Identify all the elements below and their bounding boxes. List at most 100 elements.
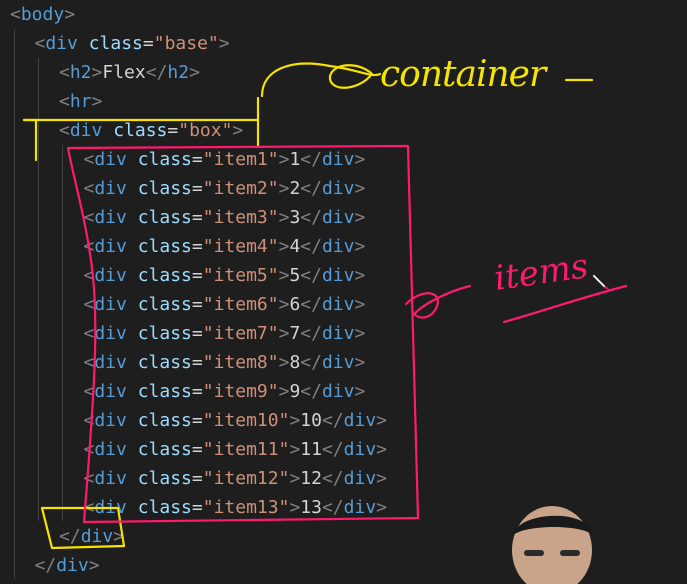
code-line[interactable]: <div class="item13">13</div> (84, 493, 388, 522)
code-line[interactable]: </div> (35, 551, 100, 580)
code-editor[interactable]: <body> <div class="base"> <h2>Flex</h2> <hr… (0, 0, 687, 584)
code-line[interactable]: <div class="item6">6</div> (84, 290, 366, 319)
tag-name: div (94, 352, 127, 373)
code-line[interactable]: <div class="item11">11</div> (84, 435, 388, 464)
tag-name: div (69, 120, 103, 141)
text-content: 5 (289, 265, 301, 286)
attribute-value: "item8" (202, 352, 279, 373)
tag-name: div (94, 323, 127, 344)
tag-bracket: > (278, 323, 290, 344)
attribute-value: "item5" (202, 265, 279, 286)
code-line[interactable]: <div class="item2">2</div> (84, 174, 366, 203)
equals: = (191, 149, 203, 170)
tag-name: div (343, 468, 377, 489)
tag-bracket: > (376, 439, 388, 460)
tag-name: div (321, 236, 355, 257)
equals: = (191, 207, 203, 228)
code-line[interactable]: <div class="item12">12</div> (84, 464, 388, 493)
equals: = (191, 439, 203, 460)
tag-name: hr (69, 91, 92, 112)
tag-bracket: </ (321, 410, 344, 431)
tag-bracket: </ (321, 497, 344, 518)
tag-bracket: > (354, 294, 366, 315)
text-content: 12 (300, 468, 322, 489)
code-line[interactable]: <div class="box"> (59, 116, 243, 145)
tag-name: div (343, 410, 377, 431)
tag-bracket: </ (321, 468, 344, 489)
attribute-name: class (137, 265, 192, 286)
attribute-value: "item6" (202, 294, 279, 315)
text-content: 1 (289, 149, 301, 170)
tag-bracket: < (83, 410, 95, 431)
tag-name: div (94, 439, 127, 460)
tag-name: div (94, 178, 127, 199)
code-line[interactable]: <hr> (59, 87, 102, 116)
attribute-name: class (137, 410, 192, 431)
text-content: 3 (289, 207, 301, 228)
tag-name: div (94, 236, 127, 257)
indent-guide (62, 145, 63, 521)
tag-bracket: > (289, 468, 301, 489)
pen-cursor-icon (591, 273, 610, 290)
code-line[interactable]: <div class="item3">3</div> (84, 203, 366, 232)
equals: = (191, 468, 203, 489)
code-line[interactable]: <div class="item10">10</div> (84, 406, 388, 435)
indent-guide (14, 29, 15, 579)
tag-name: div (94, 294, 127, 315)
tag-name: div (94, 497, 127, 518)
code-line[interactable]: <div class="item4">4</div> (84, 232, 366, 261)
tag-bracket: < (83, 497, 95, 518)
code-line[interactable]: <div class="item7">7</div> (84, 319, 366, 348)
tag-bracket: </ (300, 294, 322, 315)
tag-name: div (94, 468, 127, 489)
tag-bracket: > (278, 236, 290, 257)
attribute-value: "item1" (202, 149, 279, 170)
tag-name: h2 (167, 62, 190, 83)
attribute-value: "item12" (202, 468, 290, 489)
equals: = (191, 410, 203, 431)
attribute-value: "item10" (202, 410, 290, 431)
tag-bracket: </ (321, 439, 344, 460)
code-line[interactable]: </div> (59, 522, 124, 551)
tag-bracket: < (83, 468, 95, 489)
attribute-name: class (88, 33, 143, 54)
attribute-name: class (137, 323, 192, 344)
text-content: 9 (289, 381, 301, 402)
text-content: 2 (289, 178, 301, 199)
tag-bracket: </ (300, 236, 322, 257)
tag-bracket: < (83, 352, 95, 373)
tag-bracket: < (83, 323, 95, 344)
tag-bracket: < (34, 33, 46, 54)
tag-bracket: </ (300, 265, 322, 286)
code-line[interactable]: <div class="item8">8</div> (84, 348, 366, 377)
text-content: 8 (289, 352, 301, 373)
tag-bracket: > (376, 410, 388, 431)
tag-bracket: </ (59, 526, 81, 547)
tag-bracket: > (278, 265, 290, 286)
tag-bracket: > (64, 4, 76, 25)
code-line[interactable]: <h2>Flex</h2> (59, 58, 200, 87)
code-line[interactable]: <div class="base"> (35, 29, 230, 58)
tag-name: div (45, 33, 78, 54)
tag-bracket: > (376, 468, 388, 489)
code-line[interactable]: <div class="item9">9</div> (84, 377, 366, 406)
tag-name: div (321, 178, 355, 199)
tag-name: div (94, 207, 127, 228)
tag-bracket: > (376, 497, 388, 518)
code-line[interactable]: <div class="item5">5</div> (84, 261, 366, 290)
code-line[interactable]: <div class="item1">1</div> (84, 145, 366, 174)
code-line[interactable]: <body> (10, 0, 75, 29)
text-content: 7 (289, 323, 301, 344)
tag-bracket: > (278, 352, 290, 373)
tag-bracket: > (278, 149, 290, 170)
tag-bracket: > (354, 178, 366, 199)
attribute-value: "item7" (202, 323, 279, 344)
tag-bracket: < (10, 4, 21, 25)
tag-name: div (321, 323, 355, 344)
tag-name: div (94, 381, 127, 402)
tag-bracket: > (278, 207, 290, 228)
